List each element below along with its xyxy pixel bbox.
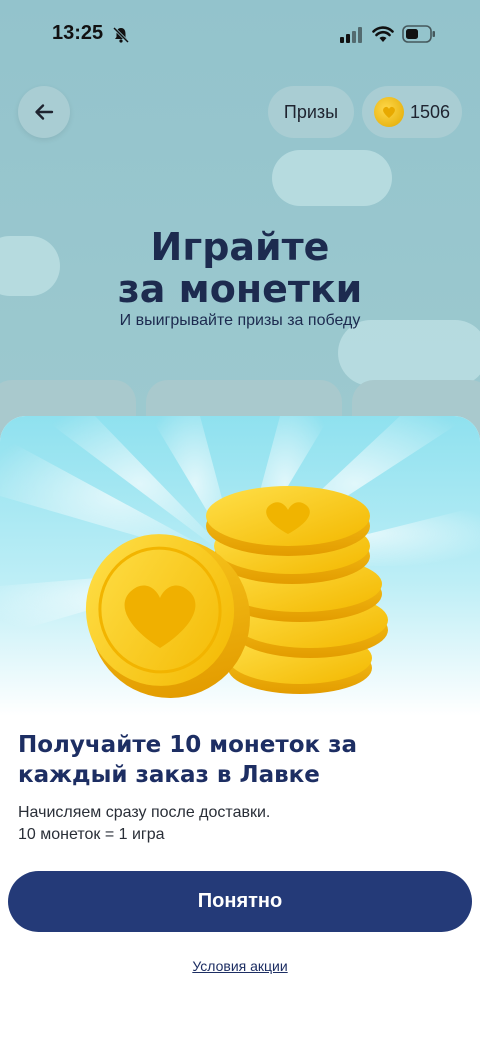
coins-balance-button[interactable]: 1506: [362, 86, 462, 138]
coins-count: 1506: [410, 101, 451, 122]
hero-title-line: Играйте: [150, 225, 330, 269]
hero-subtitle: И выигрывайте призы за победу: [119, 312, 361, 329]
coin-heart-icon: [374, 97, 404, 127]
bell-slash-icon: [112, 26, 130, 44]
info-bottom-sheet: Получайте 10 монеток за каждый заказ в Л…: [0, 416, 480, 1043]
status-bar: 13:25: [0, 0, 480, 70]
hero-title-line: за монетки: [117, 267, 363, 311]
terms-link[interactable]: Условия акции: [0, 958, 480, 974]
cloud-decoration: [272, 150, 392, 206]
hero-title: Играйте за монетки: [0, 226, 480, 310]
coins-stack-illustration: [0, 416, 480, 698]
sheet-title: Получайте 10 монеток за каждый заказ в Л…: [18, 732, 357, 788]
signal-icon: [340, 27, 362, 43]
sheet-description-line: 10 монеток = 1 игра: [18, 826, 165, 843]
prizes-button[interactable]: Призы: [268, 86, 354, 138]
battery-icon: [402, 25, 435, 43]
prizes-label: Призы: [283, 101, 339, 122]
arrow-left-icon: [35, 104, 54, 120]
status-time: 13:25: [52, 22, 104, 44]
coins-illustration: [0, 416, 480, 716]
back-button[interactable]: [18, 86, 70, 138]
sheet-description-line: Начисляем сразу после доставки.: [18, 804, 271, 821]
sheet-description: Начисляем сразу после доставки. 10 монет…: [18, 802, 462, 846]
wifi-icon: [372, 26, 394, 42]
ok-button[interactable]: Понятно: [8, 871, 472, 932]
